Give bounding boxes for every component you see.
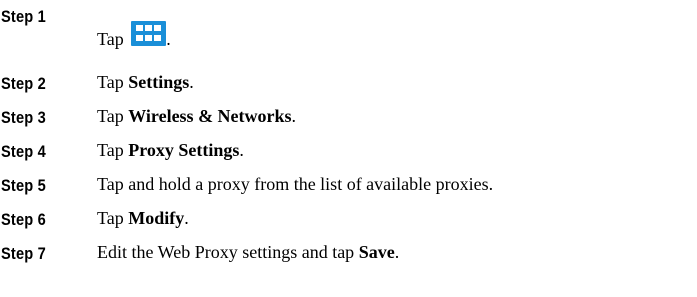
- step-text-prefix: Tap: [97, 29, 129, 49]
- step-text: Tap Wireless & Networks.: [97, 106, 296, 127]
- step-text-bold: Wireless & Networks: [128, 106, 292, 126]
- step-text-suffix: .: [394, 242, 400, 262]
- step-text-prefix: Tap: [97, 208, 129, 228]
- step-text-suffix: .: [239, 140, 244, 160]
- procedure-steps: Step 1 Tap . Step 2 Tap Settings. Step 3…: [0, 0, 697, 297]
- step-label: Step 2: [1, 74, 46, 93]
- step-text-prefix: Tap: [97, 106, 129, 126]
- step-text-prefix: Tap: [97, 72, 129, 92]
- step-label: Step 6: [1, 210, 46, 229]
- step-6: Step 6 Tap Modify.: [0, 208, 697, 244]
- step-text: Tap Modify.: [97, 208, 189, 229]
- step-text: Tap .: [97, 21, 171, 50]
- step-label: Step 7: [1, 244, 46, 263]
- step-label: Step 4: [1, 142, 46, 161]
- step-text-prefix: Edit the Web Proxy settings and tap: [97, 242, 359, 262]
- step-text: Tap Settings.: [97, 72, 194, 93]
- step-5: Step 5 Tap and hold a proxy from the lis…: [0, 174, 697, 210]
- step-text-bold: Proxy Settings: [128, 140, 240, 160]
- step-text-suffix: .: [184, 208, 189, 228]
- step-text-bold: Settings: [128, 72, 190, 92]
- step-2: Step 2 Tap Settings.: [0, 72, 697, 108]
- step-3: Step 3 Tap Wireless & Networks.: [0, 106, 697, 142]
- step-1: Step 1 Tap .: [0, 7, 697, 49]
- step-4: Step 4 Tap Proxy Settings.: [0, 140, 697, 176]
- step-label: Step 3: [1, 108, 46, 127]
- step-text: Tap and hold a proxy from the list of av…: [97, 174, 494, 194]
- step-text-suffix: .: [291, 106, 297, 126]
- step-text-suffix: .: [189, 72, 194, 92]
- step-text-suffix: .: [166, 29, 171, 49]
- step-label: Step 1: [1, 7, 46, 26]
- step-text: Tap Proxy Settings.: [97, 140, 244, 161]
- step-text-bold: Modify: [128, 208, 185, 228]
- step-7: Step 7 Edit the Web Proxy settings and t…: [0, 242, 697, 278]
- step-text-prefix: Tap: [97, 140, 129, 160]
- apps-grid-icon: [131, 21, 167, 46]
- step-text: Edit the Web Proxy settings and tap Save…: [97, 242, 399, 263]
- step-text-bold: Save: [358, 242, 395, 262]
- step-label: Step 5: [1, 176, 46, 195]
